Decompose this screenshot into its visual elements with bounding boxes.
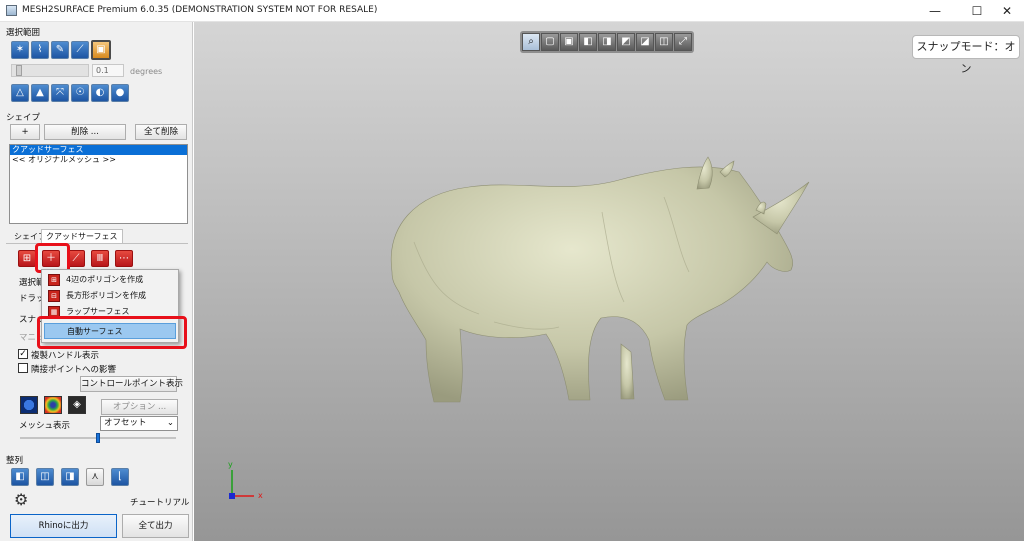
grow-icon[interactable]: ⤧: [51, 84, 69, 102]
region-icon[interactable]: ▣: [91, 40, 111, 60]
app-icon: [6, 5, 17, 16]
bulb-fill-icon[interactable]: ●: [111, 84, 129, 102]
select-icon[interactable]: ✶: [11, 41, 29, 59]
delete-all-button[interactable]: 全て削除: [135, 124, 187, 140]
x-axis-label: x: [258, 491, 263, 500]
bulb-outline-icon[interactable]: ☉: [71, 84, 89, 102]
close-button[interactable]: ✕: [990, 0, 1024, 22]
list-item[interactable]: クアッドサーフェス: [10, 145, 187, 155]
edge-icon[interactable]: ⟋: [71, 41, 89, 59]
menu-item-4-side-polygon[interactable]: ⊞ 4辺のポリゴンを作成: [44, 272, 176, 288]
menu-item-label: 長方形ポリゴンを作成: [66, 291, 146, 300]
quad-columns-icon[interactable]: Ⅲ: [91, 250, 109, 267]
quad-dots-icon[interactable]: ⋯: [115, 250, 133, 267]
control-points-button[interactable]: コントロールポイント表示: [80, 376, 183, 392]
angle-slider[interactable]: [11, 64, 89, 77]
mesh-display-value: オフセット: [104, 418, 147, 428]
3d-viewport[interactable]: ⌕ ▢ ▣ ◧ ◨ ◩ ◪ ◫ ⤢ スナップモード：オン y x: [194, 22, 1024, 541]
adjacent-effect-checkbox[interactable]: [18, 363, 28, 373]
rhino-export-button[interactable]: Rhinoに出力: [10, 514, 117, 538]
triangle-outline-icon[interactable]: △: [11, 84, 29, 102]
tab-quad-surface[interactable]: クアッドサーフェス: [41, 229, 123, 243]
title-bar: MESH2SURFACE Premium 6.0.35 (DEMONSTRATI…: [0, 0, 1024, 22]
brush-icon[interactable]: ✎: [51, 41, 69, 59]
bulb-half-icon[interactable]: ◐: [91, 84, 109, 102]
render-mode-icon[interactable]: ◈: [68, 396, 86, 414]
triangle-fill-icon[interactable]: ▲: [31, 84, 49, 102]
add-shape-button[interactable]: +: [10, 124, 40, 140]
deviation-map-icon[interactable]: [44, 396, 62, 414]
selection-section-label: 選択範囲: [6, 28, 41, 38]
export-all-button[interactable]: 全て出力: [122, 514, 189, 538]
shape-list[interactable]: クアッドサーフェス << オリジナルメッシュ >>: [9, 144, 188, 224]
align-corner-icon[interactable]: ⌊: [111, 468, 129, 486]
align-left-icon[interactable]: ◧: [11, 468, 29, 486]
maximize-button[interactable]: ☐: [960, 0, 994, 22]
tutorial-link[interactable]: チュートリアル: [130, 496, 189, 508]
dup-handles-label: 複製ハンドル表示: [31, 351, 100, 361]
menu-item-label: 4辺のポリゴンを作成: [66, 275, 144, 284]
quad-mesh-icon[interactable]: ⊞: [18, 250, 36, 267]
mesh-display-slider[interactable]: [20, 433, 176, 443]
polygon-4-icon: ⊞: [48, 274, 60, 286]
minimize-button[interactable]: —: [918, 0, 952, 22]
rhino-model[interactable]: [194, 22, 1024, 541]
shape-section-label: シェイプ: [6, 113, 41, 123]
gear-icon[interactable]: ⚙: [14, 492, 28, 508]
mesh-display-slider-thumb[interactable]: [96, 433, 100, 443]
list-item[interactable]: << オリジナルメッシュ >>: [10, 155, 187, 165]
menu-item-label: ラップサーフェス: [66, 307, 130, 316]
options-button[interactable]: オプション ...: [101, 399, 178, 415]
align-section-label: 整列: [6, 456, 24, 466]
angle-slider-thumb[interactable]: [16, 65, 22, 76]
mesh-display-select[interactable]: オフセット ⌄: [100, 416, 178, 431]
adjacent-effect-label: 隣接ポイントへの影響: [31, 365, 117, 375]
angle-input[interactable]: 0.1: [92, 64, 124, 77]
menu-item-rect-polygon[interactable]: ⊟ 長方形ポリゴンを作成: [44, 288, 176, 304]
highlight-auto-surface: [37, 316, 187, 349]
lasso-icon[interactable]: ⌇: [31, 41, 49, 59]
mesh-color-icon[interactable]: [20, 396, 38, 414]
delete-shape-button[interactable]: 削除 ...: [44, 124, 126, 140]
align-split-icon[interactable]: ⋏: [86, 468, 104, 486]
align-right-icon[interactable]: ◨: [61, 468, 79, 486]
window-title: MESH2SURFACE Premium 6.0.35 (DEMONSTRATI…: [22, 5, 378, 15]
y-axis-label: y: [228, 460, 233, 469]
z-axis-marker: [229, 493, 235, 499]
mesh-display-label: メッシュ表示: [19, 421, 71, 431]
angle-unit: degrees: [130, 67, 163, 76]
polygon-rect-icon: ⊟: [48, 290, 60, 302]
align-center-icon[interactable]: ◫: [36, 468, 54, 486]
dup-handles-checkbox[interactable]: ✓: [18, 349, 28, 359]
chevron-down-icon: ⌄: [166, 418, 174, 428]
